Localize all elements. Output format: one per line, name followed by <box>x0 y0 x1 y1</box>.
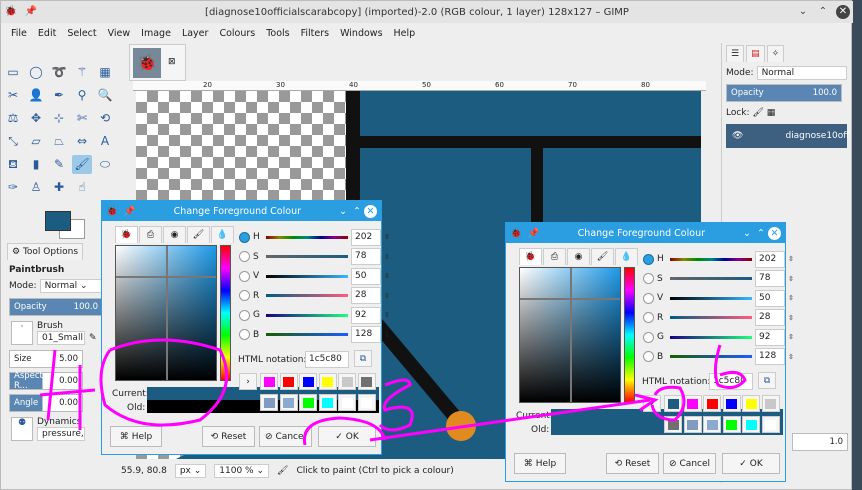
annotation-number-6 <box>713 344 747 390</box>
annotation-circle-swatch <box>650 385 686 422</box>
annotation-number-4 <box>39 349 96 430</box>
annotation-overlay <box>39 338 747 446</box>
annotation-number-5 <box>378 378 414 432</box>
annotation-circle-current <box>99 338 229 427</box>
